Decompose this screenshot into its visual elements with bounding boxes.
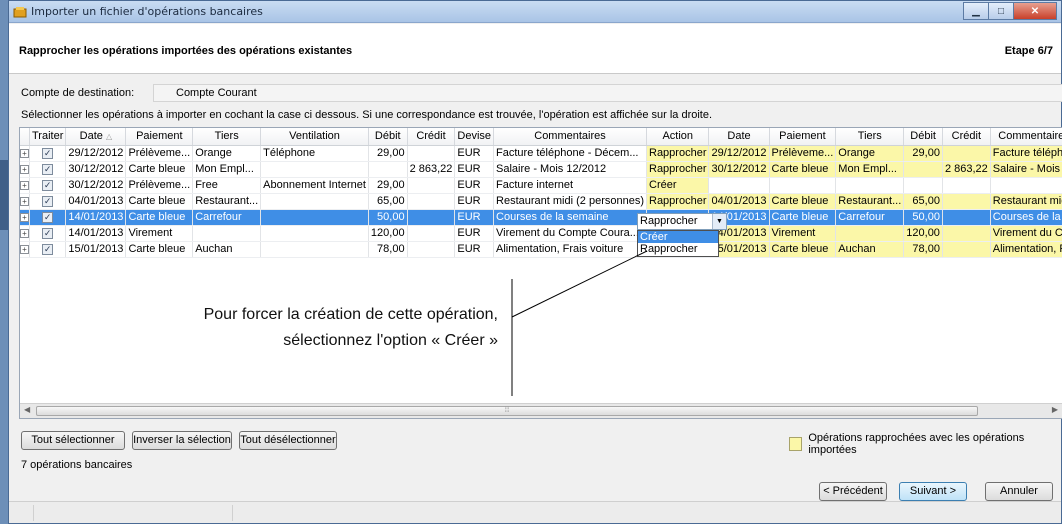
desktop-edge bbox=[0, 160, 8, 230]
status-bar bbox=[9, 501, 1061, 523]
legend: Opérations rapprochées avec les opératio… bbox=[789, 432, 1061, 456]
step-indicator: Etape 6/7 bbox=[1004, 45, 1053, 57]
legend-text: Opérations rapprochées avec les opératio… bbox=[808, 432, 1025, 456]
deselect-all-button[interactable]: Tout désélectionner bbox=[239, 431, 337, 450]
select-all-button[interactable]: Tout sélectionner bbox=[21, 431, 125, 450]
app-icon bbox=[13, 6, 27, 17]
wizard-header: Rapprocher les opérations importées des … bbox=[9, 24, 1061, 74]
legend-swatch bbox=[789, 437, 803, 451]
scroll-thumb[interactable]: ⦙⦙⦙ bbox=[36, 406, 978, 416]
window-title: Importer un fichier d'opérations bancair… bbox=[31, 5, 263, 18]
instruction-text: Sélectionner les opérations à importer e… bbox=[21, 109, 713, 121]
title-bar: Importer un fichier d'opérations bancair… bbox=[9, 1, 1061, 23]
operations-grid: Traiter Date △ Paiement Tiers Ventilatio… bbox=[19, 127, 1062, 419]
destination-label: Compte de destination: bbox=[21, 87, 135, 99]
previous-button[interactable]: < Précédent bbox=[819, 482, 887, 501]
callout-text: Pour forcer la création de cette opérati… bbox=[203, 306, 498, 349]
next-button[interactable]: Suivant > bbox=[899, 482, 967, 501]
scroll-left-icon[interactable]: ◀ bbox=[24, 405, 30, 414]
minimize-button[interactable]: ▁ bbox=[963, 2, 989, 20]
status-segment bbox=[33, 505, 233, 521]
callout-line bbox=[511, 250, 648, 396]
operation-count: 7 opérations bancaires bbox=[21, 459, 133, 471]
destination-field: Compte Courant bbox=[153, 84, 1062, 102]
horizontal-scrollbar[interactable]: ◀ ⦙⦙⦙ ▶ bbox=[20, 403, 1062, 418]
scroll-right-icon[interactable]: ▶ bbox=[1052, 405, 1058, 414]
destination-row: Compte de destination: Compte Courant bbox=[21, 84, 1062, 102]
import-dialog: Importer un fichier d'opérations bancair… bbox=[8, 0, 1062, 524]
page-title: Rapprocher les opérations importées des … bbox=[19, 45, 353, 57]
cancel-button[interactable]: Annuler bbox=[985, 482, 1053, 501]
invert-selection-button[interactable]: Inverser la sélection bbox=[132, 431, 232, 450]
maximize-button[interactable]: □ bbox=[988, 2, 1014, 20]
close-button[interactable]: ✕ bbox=[1013, 2, 1057, 20]
